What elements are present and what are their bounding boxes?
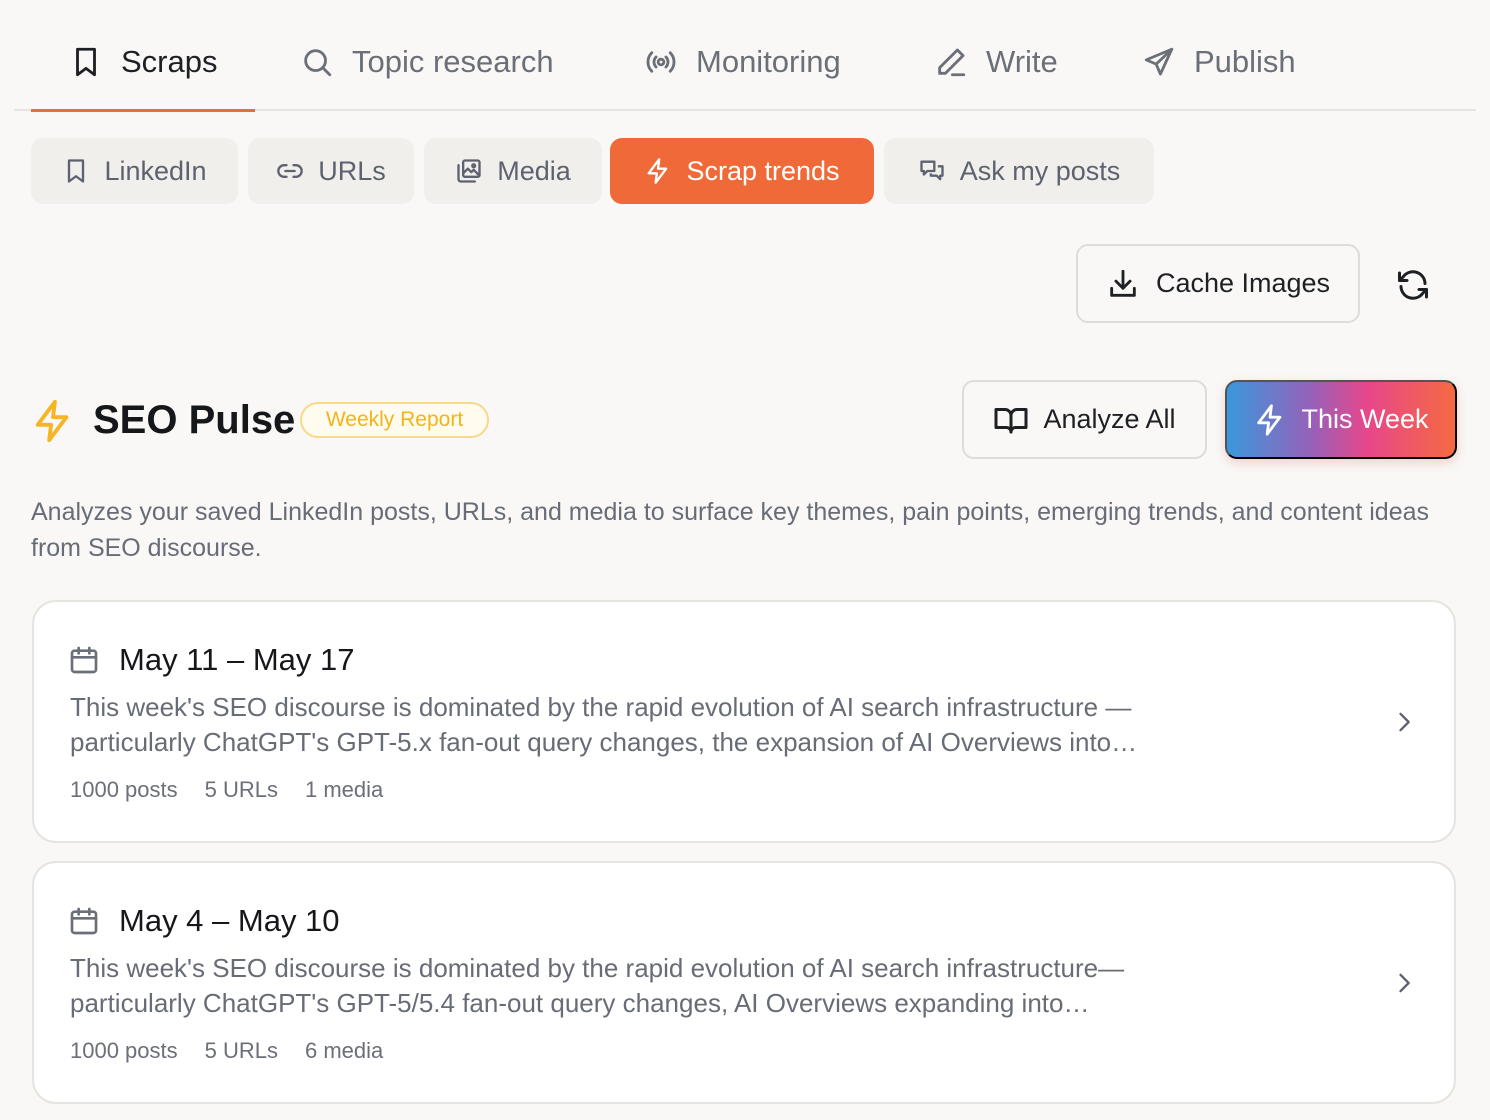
subtab-scrap-trends[interactable]: Scrap trends [610,138,874,204]
send-icon [1142,45,1176,79]
refresh-button[interactable] [1390,262,1436,308]
tab-label: Write [986,44,1058,79]
cache-images-button[interactable]: Cache Images [1076,244,1360,323]
book-open-icon [993,402,1029,438]
download-icon [1106,267,1140,301]
weekly-report-badge: Weekly Report [300,402,489,438]
analyze-all-label: Analyze All [1043,404,1176,434]
report-stats: 1000 posts 5 URLs 1 media [70,777,383,803]
tab-topic-research[interactable]: Topic research [300,14,554,110]
chevron-right-icon [1390,708,1418,736]
tab-publish[interactable]: Publish [1142,14,1296,110]
subtab-media[interactable]: Media [424,138,602,204]
report-stats: 1000 posts 5 URLs 6 media [70,1038,383,1064]
subtab-label: Ask my posts [959,155,1121,186]
report-summary: This week's SEO discourse is dominated b… [70,953,1125,1018]
tab-scraps[interactable]: Scraps [31,14,255,112]
report-date-range: May 4 – May 10 [119,903,340,938]
calendar-icon [68,644,100,676]
analyze-all-button[interactable]: Analyze All [962,380,1207,459]
tab-write[interactable]: Write [934,14,1058,110]
subtab-label: Scrap trends [686,155,840,186]
subtab-label: LinkedIn [104,155,207,186]
lightning-icon [644,157,672,185]
lightning-icon [1253,403,1287,437]
report-card[interactable]: May 4 – May 10 This week's SEO discourse… [32,861,1456,1104]
chevron-right-icon [1390,969,1418,997]
report-date-range: May 11 – May 17 [119,642,355,677]
tab-label: Monitoring [696,44,841,79]
tab-monitoring[interactable]: Monitoring [644,14,841,110]
calendar-icon [68,905,100,937]
this-week-button[interactable]: This Week [1225,380,1457,459]
posts-count: 1000 posts [70,777,178,802]
broadcast-icon [644,45,678,79]
search-icon [300,45,334,79]
section-description: Analyzes your saved LinkedIn posts, URLs… [31,498,1430,562]
bookmark-icon [62,157,90,185]
tab-label: Topic research [352,44,554,79]
subtab-linkedin[interactable]: LinkedIn [31,138,238,204]
subtab-label: Media [497,155,571,186]
subtab-label: URLs [318,155,386,186]
report-summary: This week's SEO discourse is dominated b… [70,692,1138,757]
bookmark-icon [69,45,103,79]
tab-label: Publish [1194,44,1296,79]
images-icon [455,157,483,185]
chat-icon [918,157,946,185]
cache-images-label: Cache Images [1155,268,1331,298]
media-count: 6 media [305,1038,384,1063]
report-card[interactable]: May 11 – May 17 This week's SEO discours… [32,600,1456,843]
posts-count: 1000 posts [70,1038,178,1063]
urls-count: 5 URLs [204,1038,278,1063]
subtab-ask-my-posts[interactable]: Ask my posts [884,138,1154,204]
pencil-icon [934,45,968,79]
link-icon [276,157,304,185]
page-title: SEO Pulse [93,398,296,442]
subtab-urls[interactable]: URLs [248,138,414,204]
urls-count: 5 URLs [204,777,278,802]
this-week-label: This Week [1301,404,1429,434]
top-tabs: Scraps Topic research Monitoring Write P… [14,14,1476,112]
lightning-icon [30,398,76,444]
tab-label: Scraps [121,44,218,79]
media-count: 1 media [305,777,384,802]
refresh-icon [1395,267,1431,303]
